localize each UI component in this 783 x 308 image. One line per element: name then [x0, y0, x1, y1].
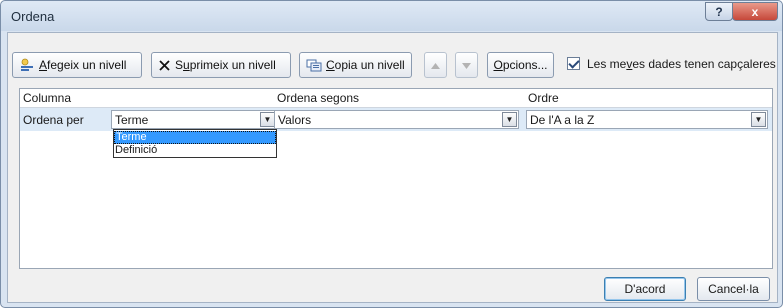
chevron-down-icon[interactable]: ▼ [751, 112, 766, 127]
column-select-value: Terme [115, 113, 149, 127]
dropdown-option-definicio[interactable]: Definició [114, 144, 276, 157]
order-header: Ordre [528, 91, 559, 105]
close-button[interactable]: x [732, 2, 778, 21]
title-bar: Ordena ? x [1, 1, 782, 31]
arrow-down-icon [462, 58, 471, 72]
copy-level-button[interactable]: Copia un nivell [299, 52, 412, 78]
ok-button[interactable]: D'acord [604, 277, 686, 301]
options-button[interactable]: Opcions... [487, 52, 554, 78]
headers-checkbox[interactable] [567, 57, 580, 70]
sort-on-select[interactable]: Valors ▼ [274, 110, 519, 129]
help-button[interactable]: ? [705, 2, 733, 21]
chevron-down-icon[interactable]: ▼ [502, 112, 517, 127]
column-header: Columna [23, 91, 72, 105]
dialog-body: Afegeix un nivell Suprimeix un nivell Co… [7, 32, 778, 303]
sort-by-label: Ordena per [23, 113, 84, 127]
arrow-up-icon [431, 58, 440, 72]
delete-x-icon [158, 59, 171, 72]
close-icon: x [751, 4, 759, 19]
add-level-icon [19, 58, 35, 72]
cancel-button[interactable]: Cancel·la [697, 277, 770, 301]
move-down-button[interactable] [455, 52, 478, 78]
column-select[interactable]: Terme ▼ [111, 110, 277, 129]
sort-levels-grid: Columna Ordena segons Ordre Ordena per T… [19, 88, 773, 269]
sort-dialog: Ordena ? x Afegeix un nivell Suprimeix u… [0, 0, 783, 308]
chevron-down-icon[interactable]: ▼ [260, 112, 275, 127]
copy-level-label: Copia un nivell [326, 58, 405, 72]
copy-icon [306, 59, 322, 72]
order-select[interactable]: De l'A a la Z ▼ [526, 110, 768, 129]
add-level-button[interactable]: Afegeix un nivell [12, 52, 142, 78]
move-up-button[interactable] [424, 52, 447, 78]
add-level-label: Afegeix un nivell [39, 58, 127, 72]
headers-checkbox-label[interactable]: Les meves dades tenen capçaleres [587, 57, 776, 71]
dialog-title: Ordena [11, 9, 55, 24]
help-icon: ? [715, 4, 723, 19]
order-select-value: De l'A a la Z [530, 113, 595, 127]
sort-on-header: Ordena segons [277, 91, 360, 105]
delete-level-button[interactable]: Suprimeix un nivell [151, 52, 291, 78]
column-dropdown-list: Terme Definició [113, 129, 277, 158]
sort-on-select-value: Valors [278, 113, 312, 127]
delete-level-label: Suprimeix un nivell [175, 58, 276, 72]
dropdown-option-terme[interactable]: Terme [114, 131, 276, 144]
options-label: Opcions... [493, 58, 548, 72]
